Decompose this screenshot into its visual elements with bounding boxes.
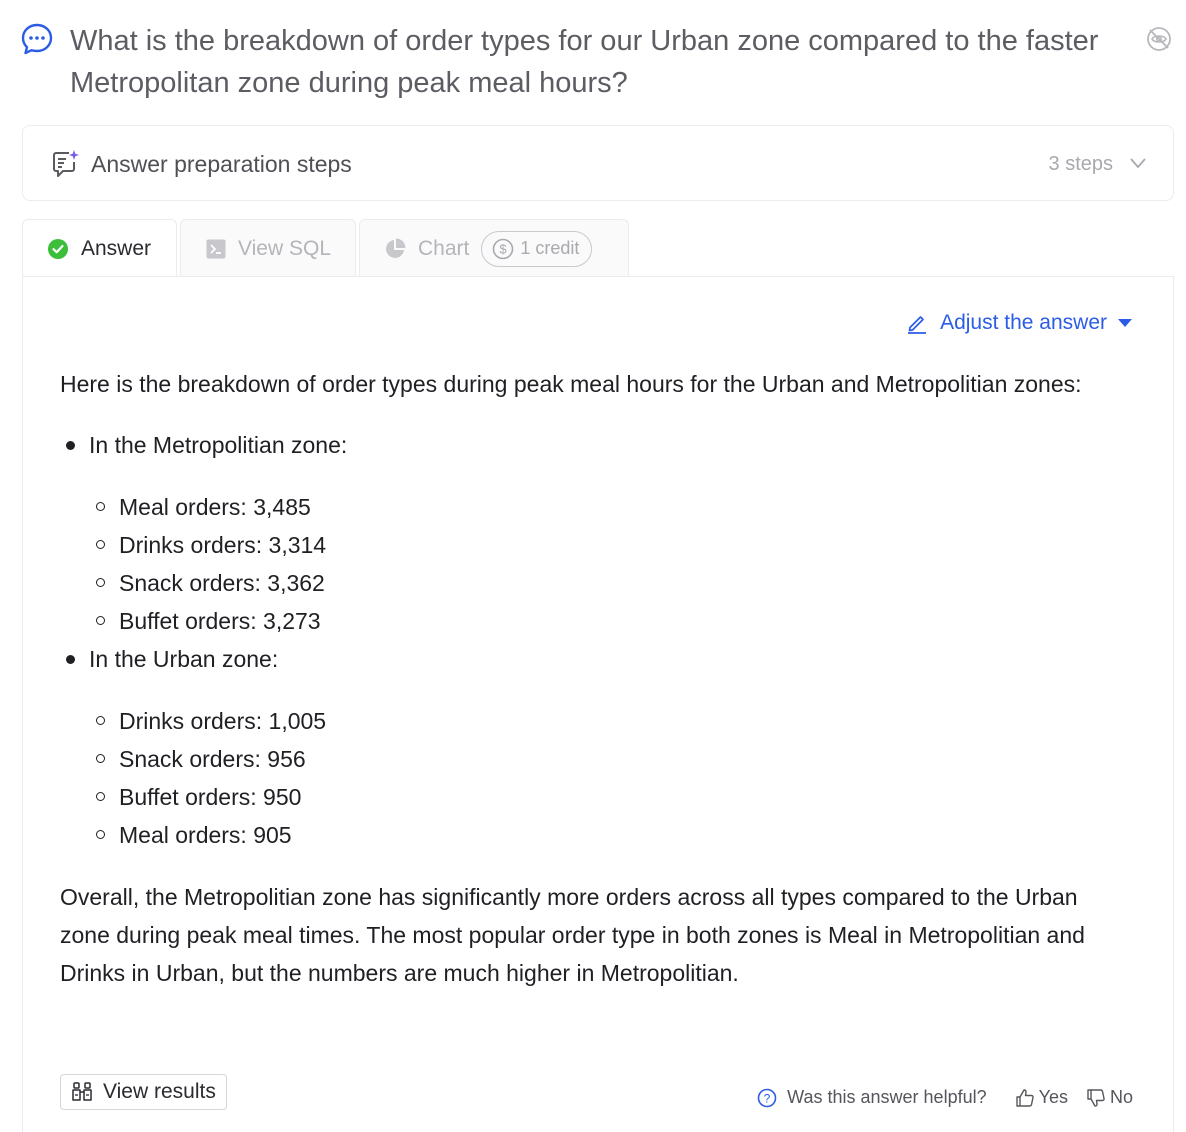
answer-preparation-steps[interactable]: Answer preparation steps 3 steps [22, 125, 1174, 201]
tab-answer[interactable]: Answer [22, 219, 177, 277]
terminal-icon [206, 239, 226, 258]
adjust-answer-button[interactable]: Adjust the answer [906, 309, 1133, 337]
answer-content: Here is the breakdown of order types dur… [60, 365, 1120, 992]
order-item: Meal orders: 905 [89, 816, 1120, 854]
order-item: Meal orders: 3,485 [89, 488, 1120, 526]
thumbs-down-icon [1087, 1088, 1105, 1107]
yes-label: Yes [1038, 1087, 1068, 1107]
answer-summary: Overall, the Metropolitian zone has sign… [60, 884, 1085, 986]
help-circle-icon: ? [757, 1088, 777, 1107]
caret-down-icon [1118, 319, 1132, 327]
hide-question-icon[interactable] [1144, 24, 1174, 54]
answer-panel: Adjust the answer Here is the breakdown … [22, 276, 1174, 1132]
tab-view-sql[interactable]: View SQL [180, 219, 356, 277]
helpful-question: Was this answer helpful? [787, 1087, 987, 1107]
steps-count: 3 steps [1048, 153, 1113, 175]
svg-text:?: ? [764, 1091, 771, 1105]
zone-label: In the Urban zone: [89, 646, 279, 672]
chevron-down-icon[interactable] [1127, 152, 1149, 174]
pie-chart-icon [386, 238, 406, 258]
order-item: Snack orders: 3,362 [89, 564, 1120, 602]
question-header: What is the breakdown of order types for… [20, 18, 1180, 108]
check-circle-icon [48, 238, 68, 259]
zone-item-urban: In the Urban zone: Drinks orders: 1,005 … [60, 640, 1120, 854]
adjust-answer-label: Adjust the answer [940, 311, 1107, 334]
chat-bubble-icon [21, 23, 53, 55]
credit-badge: $ 1 credit [481, 230, 593, 267]
answer-intro: Here is the breakdown of order types dur… [60, 371, 1082, 397]
no-label: No [1109, 1087, 1133, 1107]
pencil-icon [908, 316, 927, 334]
feedback-bar: ? Was this answer helpful? Yes No [757, 1087, 1133, 1108]
tab-answer-label: Answer [81, 236, 152, 260]
view-results-button[interactable]: View results [60, 1074, 227, 1110]
binoculars-icon [72, 1082, 92, 1101]
question-text: What is the breakdown of order types for… [70, 25, 1099, 99]
zone-list: In the Metropolitian zone: Meal orders: … [60, 426, 1120, 854]
tab-chart[interactable]: Chart $ 1 credit [359, 219, 629, 277]
tab-chart-label: Chart [418, 236, 470, 260]
zone-label: In the Metropolitian zone: [89, 432, 348, 458]
sparkle-list-icon [53, 150, 79, 177]
order-list: Meal orders: 3,485 Drinks orders: 3,314 … [89, 488, 1120, 640]
order-item: Drinks orders: 1,005 [89, 702, 1120, 740]
dollar-coin-icon: $ [493, 238, 514, 259]
order-item: Buffet orders: 3,273 [89, 602, 1120, 640]
tab-view-sql-label: View SQL [238, 236, 331, 260]
thumbs-up-icon [1015, 1088, 1034, 1107]
no-button[interactable]: No [1086, 1087, 1133, 1108]
order-item: Drinks orders: 3,314 [89, 526, 1120, 564]
order-item: Buffet orders: 950 [89, 778, 1120, 816]
yes-button[interactable]: Yes [1015, 1087, 1068, 1108]
svg-text:$: $ [500, 241, 508, 256]
order-list: Drinks orders: 1,005 Snack orders: 956 B… [89, 702, 1120, 854]
steps-label: Answer preparation steps [91, 151, 352, 177]
zone-item-metropolitian: In the Metropolitian zone: Meal orders: … [60, 426, 1120, 640]
order-item: Snack orders: 956 [89, 740, 1120, 778]
view-results-label: View results [103, 1080, 216, 1103]
credit-badge-label: 1 credit [520, 238, 580, 258]
